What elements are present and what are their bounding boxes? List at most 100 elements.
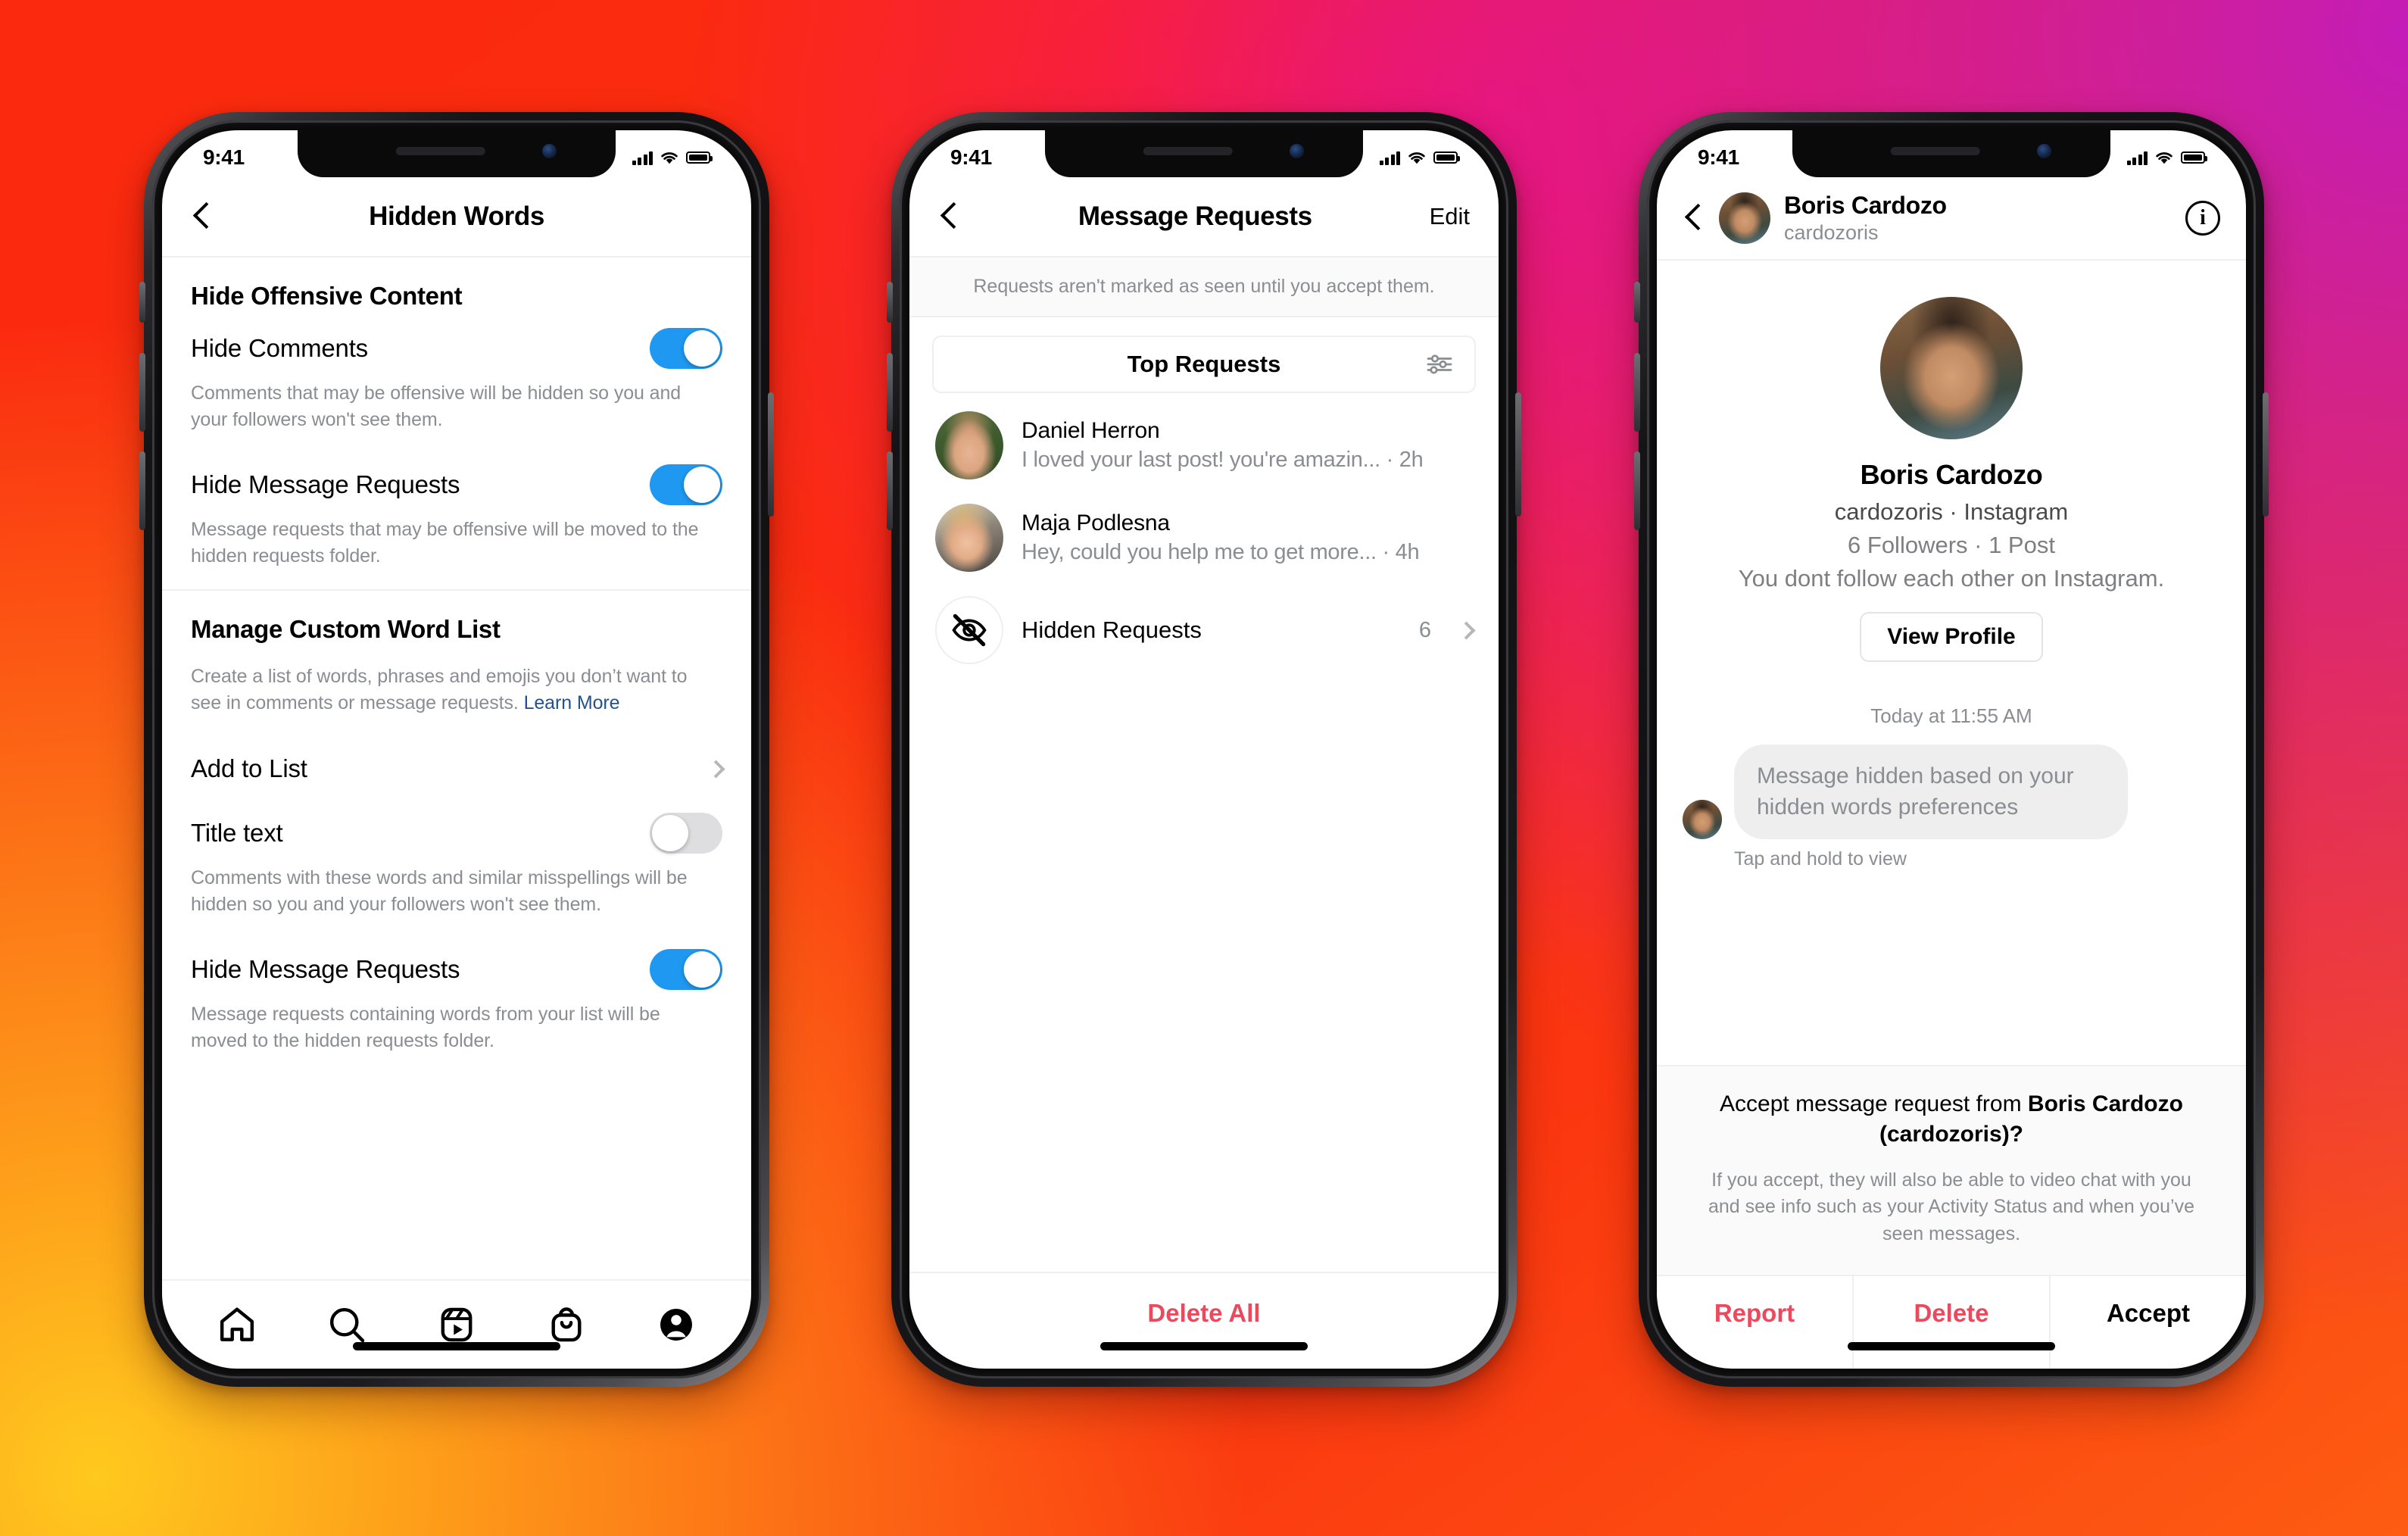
request-preview: I loved your last post! you're amazin...… [1022,448,1424,473]
profile-icon[interactable] [655,1303,697,1346]
power-button[interactable] [768,392,774,517]
power-button[interactable] [2263,392,2269,517]
message-row: Message hidden based on your hidden word… [1657,728,2246,839]
mute-switch[interactable] [887,282,893,323]
setting-row-title-text[interactable]: Title text [191,801,722,865]
delete-button[interactable]: Delete [1852,1276,2049,1369]
hide-message-requests-toggle[interactable] [650,464,722,505]
add-to-list-label: Add to List [191,754,307,782]
search-icon[interactable] [326,1303,368,1346]
phone-1: 9:41 Hidden Words Hide Offensive Content… [139,112,774,1387]
cellular-signal-icon [632,151,653,165]
earpiece-speaker [1890,147,1980,155]
request-preview-text: I loved your last post! you're amazin... [1022,448,1380,472]
poster-stage: 9:41 Hidden Words Hide Offensive Content… [0,0,2408,1536]
request-time: 4h [1395,540,1420,564]
conversation-body: Boris Cardozo cardozoris · Instagram 6 F… [1657,261,2246,1065]
profile-avatar [1880,297,2023,439]
volume-up-button[interactable] [887,353,893,432]
home-icon[interactable] [216,1303,258,1346]
info-icon[interactable]: i [2185,201,2220,236]
setting-row-hide-message-requests-custom[interactable]: Hide Message Requests [191,938,722,1001]
message-request-row[interactable]: Maja Podlesna Hey, could you help me to … [909,492,1499,584]
mute-switch[interactable] [1634,282,1640,323]
setting-description: Comments that may be offensive will be h… [191,382,682,430]
top-requests-filter[interactable]: Top Requests [932,336,1476,393]
accept-description: If you accept, they will also be able to… [1708,1169,2195,1244]
phone-2-screen: 9:41 Message Requests Edit Requests aren… [909,130,1499,1369]
back-button[interactable] [938,205,961,228]
notch [1792,130,2110,177]
home-indicator [353,1342,560,1350]
hide-message-requests-custom-toggle[interactable] [650,949,722,990]
power-button[interactable] [1515,392,1521,517]
hidden-words-settings-list: Hide Offensive Content Hide Comments Com… [162,258,751,1279]
hidden-requests-row[interactable]: Hidden Requests 6 [909,584,1499,676]
title-text-toggle[interactable] [650,813,722,854]
volume-down-button[interactable] [887,451,893,530]
setting-row-hide-message-requests-offensive[interactable]: Hide Message Requests [191,453,722,517]
back-button[interactable] [1683,207,1705,229]
back-button[interactable] [191,205,214,228]
phone-3-navbar: Boris Cardozo cardozoris i [1657,177,2246,261]
report-button[interactable]: Report [1657,1276,1852,1369]
mute-switch[interactable] [139,282,145,323]
sliders-icon[interactable] [1426,353,1453,376]
avatar [935,504,1003,572]
reels-icon[interactable] [435,1303,478,1346]
setting-row-hide-comments[interactable]: Hide Comments [191,317,722,380]
volume-up-button[interactable] [1634,353,1640,432]
accept-question-prefix: Accept message request from [1720,1091,2028,1116]
accept-request-panel: Accept message request from Boris Cardoz… [1657,1064,2246,1275]
profile-stats: 6 Followers · 1 Post [1848,532,2055,558]
notch [298,130,616,177]
conversation-handle: cardozoris [1784,221,1879,244]
page-title: Hidden Words [369,201,544,231]
section-description: Create a list of words, phrases and emoj… [191,650,722,736]
request-name: Maja Podlesna [1022,510,1170,535]
view-profile-button[interactable]: View Profile [1860,612,2043,662]
conversation-name: Boris Cardozo [1784,192,1947,219]
setting-label: Hide Message Requests [191,470,460,498]
message-request-row[interactable]: Daniel Herron I loved your last post! yo… [909,399,1499,492]
phone-1-screen: 9:41 Hidden Words Hide Offensive Content… [162,130,751,1369]
request-preview-text: Hey, could you help me to get more... [1022,540,1377,564]
wifi-icon [661,152,678,164]
avatar [935,411,1003,479]
section-heading-custom-word-list: Manage Custom Word List [191,615,501,643]
filter-label: Top Requests [1127,351,1281,377]
hidden-requests-count: 6 [1418,617,1431,642]
edit-button[interactable]: Edit [1430,203,1470,230]
volume-up-button[interactable] [139,353,145,432]
shop-icon[interactable] [545,1303,588,1346]
hide-comments-toggle[interactable] [650,328,722,369]
home-indicator [1848,1342,2055,1350]
phone-2: 9:41 Message Requests Edit Requests aren… [887,112,1521,1387]
setting-label: Hide Comments [191,334,368,362]
setting-label: Hide Message Requests [191,955,460,983]
avatar[interactable] [1719,192,1770,244]
request-time: 2h [1399,448,1424,472]
cellular-signal-icon [1379,151,1400,165]
status-time: 9:41 [950,145,992,169]
eye-off-icon-container [935,596,1003,664]
hidden-message-bubble[interactable]: Message hidden based on your hidden word… [1734,745,2128,839]
add-to-list-row[interactable]: Add to List [162,736,751,801]
accept-button[interactable]: Accept [2049,1276,2246,1369]
phone-3: 9:41 Boris Cardozo cardozoris i Boris Ca… [1634,112,2269,1387]
notch [1045,130,1363,177]
profile-name: Boris Cardozo [1860,459,2043,490]
home-indicator [1100,1342,1308,1350]
profile-follow-note: You dont follow each other on Instagram. [1738,565,2165,592]
volume-down-button[interactable] [1634,451,1640,530]
delete-all-button[interactable]: Delete All [909,1272,1499,1369]
earpiece-speaker [1143,147,1233,155]
chevron-right-icon [1457,620,1476,640]
request-time-separator: · [1386,448,1399,472]
front-camera [1290,144,1304,158]
volume-down-button[interactable] [139,451,145,530]
battery-icon [2181,151,2207,164]
request-time-separator: · [1382,540,1396,564]
learn-more-link[interactable]: Learn More [524,692,620,713]
bottom-tab-bar [162,1279,751,1369]
